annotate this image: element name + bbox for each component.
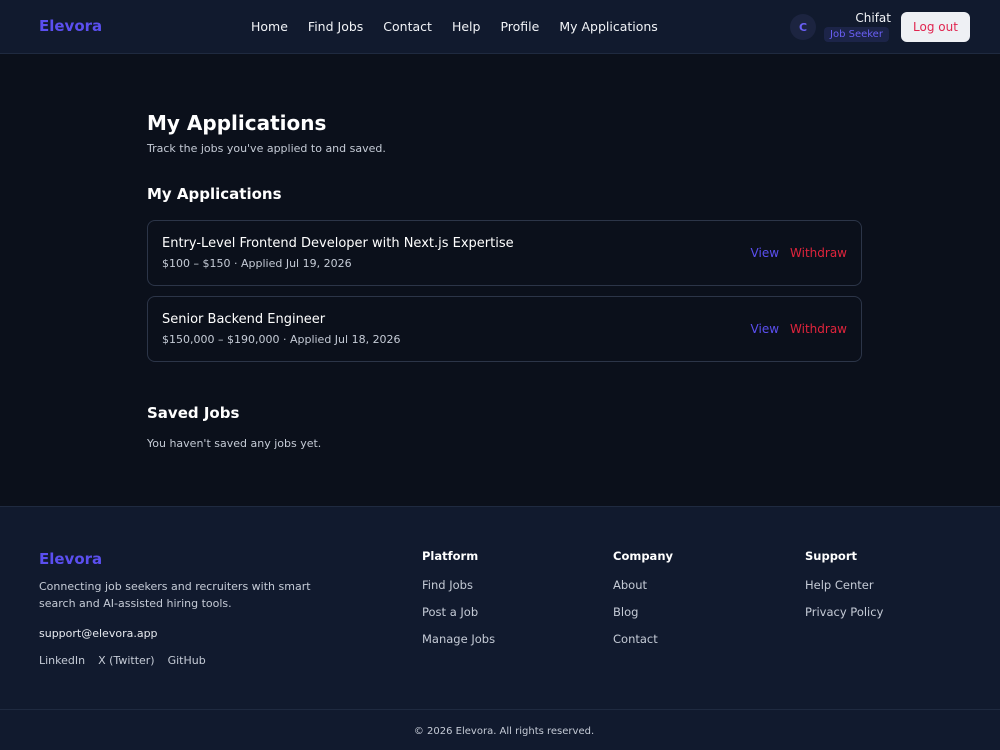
footer-column-heading: Platform — [422, 549, 479, 563]
user-name: Chifat — [855, 11, 891, 25]
application-meta: $150,000 – $190,000 · Applied Jul 18, 20… — [162, 333, 401, 346]
footer-link-manage-jobs[interactable]: Manage Jobs — [422, 631, 495, 647]
footer-link-post-a-job[interactable]: Post a Job — [422, 604, 495, 620]
page-subtitle: Track the jobs you've applied to and sav… — [147, 142, 386, 155]
footer-bottom-bar: © 2026 Elevora. All rights reserved. — [0, 709, 1000, 750]
footer-link-find-jobs[interactable]: Find Jobs — [422, 577, 495, 593]
application-actions: View Withdraw — [751, 246, 847, 260]
applications-heading: My Applications — [147, 185, 282, 203]
brand-logo[interactable]: Elevora — [39, 17, 102, 35]
withdraw-button[interactable]: Withdraw — [790, 322, 847, 336]
social-links: LinkedIn X (Twitter) GitHub — [39, 654, 206, 667]
nav-contact[interactable]: Contact — [383, 19, 432, 34]
application-actions: View Withdraw — [751, 322, 847, 336]
top-navbar: Elevora Home Find Jobs Contact Help Prof… — [0, 0, 1000, 54]
footer-column-heading: Company — [613, 549, 673, 563]
footer-tagline: Connecting job seekers and recruiters wi… — [39, 580, 311, 610]
footer-column-company: Company About Blog Contact — [613, 549, 673, 658]
nav-my-applications[interactable]: My Applications — [559, 19, 658, 34]
footer-column-heading: Support — [805, 549, 858, 563]
main-nav: Home Find Jobs Contact Help Profile My A… — [251, 19, 658, 34]
footer-column-support: Support Help Center Privacy Policy — [805, 549, 883, 631]
nav-profile[interactable]: Profile — [500, 19, 539, 34]
footer-brand[interactable]: Elevora — [39, 550, 102, 568]
page-title: My Applications — [147, 111, 327, 135]
footer-link-help-center[interactable]: Help Center — [805, 577, 883, 593]
avatar[interactable]: C — [790, 14, 816, 40]
footer-link-contact[interactable]: Contact — [613, 631, 673, 647]
application-meta: $100 – $150 · Applied Jul 19, 2026 — [162, 257, 352, 270]
nav-find-jobs[interactable]: Find Jobs — [308, 19, 363, 34]
social-linkedin[interactable]: LinkedIn — [39, 654, 85, 667]
footer: Elevora Connecting job seekers and recru… — [0, 506, 1000, 750]
role-badge: Job Seeker — [824, 27, 889, 42]
saved-jobs-empty-message: You haven't saved any jobs yet. — [147, 437, 322, 450]
copyright-text: © 2026 Elevora. All rights reserved. — [413, 726, 595, 737]
nav-home[interactable]: Home — [251, 19, 288, 34]
saved-jobs-heading: Saved Jobs — [147, 404, 240, 422]
application-title: Entry-Level Frontend Developer with Next… — [162, 236, 514, 251]
footer-link-privacy-policy[interactable]: Privacy Policy — [805, 604, 883, 620]
application-title: Senior Backend Engineer — [162, 312, 326, 327]
footer-link-blog[interactable]: Blog — [613, 604, 673, 620]
footer-column-platform: Platform Find Jobs Post a Job Manage Job… — [422, 549, 495, 658]
nav-help[interactable]: Help — [452, 19, 481, 34]
logout-button[interactable]: Log out — [901, 12, 970, 42]
social-x-twitter[interactable]: X (Twitter) — [98, 654, 154, 667]
view-button[interactable]: View — [751, 246, 779, 260]
support-email-link[interactable]: support@elevora.app — [39, 627, 158, 640]
social-github[interactable]: GitHub — [168, 654, 206, 667]
footer-link-about[interactable]: About — [613, 577, 673, 593]
withdraw-button[interactable]: Withdraw — [790, 246, 847, 260]
view-button[interactable]: View — [751, 322, 779, 336]
application-card: Entry-Level Frontend Developer with Next… — [147, 220, 862, 286]
application-card: Senior Backend Engineer $150,000 – $190,… — [147, 296, 862, 362]
